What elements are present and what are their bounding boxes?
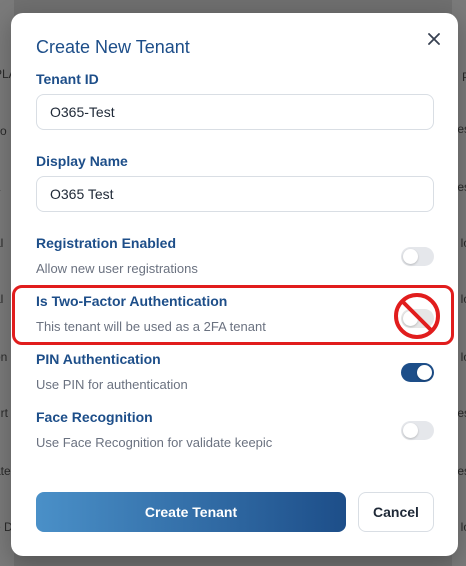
background-text: lo bbox=[460, 292, 466, 306]
tenant-id-label: Tenant ID bbox=[36, 71, 99, 87]
pin-authentication-description: Use PIN for authentication bbox=[36, 377, 188, 392]
registration-enabled-toggle[interactable] bbox=[401, 247, 434, 266]
registration-enabled-description: Allow new user registrations bbox=[36, 261, 198, 276]
display-name-label: Display Name bbox=[36, 153, 128, 169]
background-text: L bbox=[0, 180, 1, 194]
background-text: on bbox=[0, 350, 8, 364]
tenant-id-input[interactable] bbox=[36, 94, 434, 130]
cancel-button[interactable]: Cancel bbox=[358, 492, 434, 532]
background-text: es bbox=[457, 180, 466, 194]
annotation-highlight-box bbox=[12, 285, 454, 345]
close-icon bbox=[428, 33, 440, 45]
toggle-knob bbox=[403, 249, 418, 264]
background-text: P bbox=[461, 70, 466, 84]
face-recognition-toggle[interactable] bbox=[401, 421, 434, 440]
close-button[interactable] bbox=[424, 29, 444, 49]
face-recognition-description: Use Face Recognition for validate keepic bbox=[36, 435, 273, 450]
background-text: urt bbox=[0, 406, 9, 420]
background-text: es bbox=[457, 464, 466, 478]
pin-authentication-toggle[interactable] bbox=[401, 363, 434, 382]
prohibited-icon bbox=[394, 293, 440, 339]
face-recognition-title: Face Recognition bbox=[36, 409, 153, 425]
create-tenant-dialog: Create New Tenant Tenant ID Display Name… bbox=[11, 13, 458, 556]
background-text: ko bbox=[0, 124, 7, 138]
display-name-input[interactable] bbox=[36, 176, 434, 212]
background-text: lo bbox=[460, 236, 466, 250]
background-text: al bbox=[0, 236, 4, 250]
pin-authentication-title: PIN Authentication bbox=[36, 351, 161, 367]
dialog-title: Create New Tenant bbox=[36, 37, 190, 57]
toggle-knob bbox=[403, 423, 418, 438]
registration-enabled-title: Registration Enabled bbox=[36, 235, 177, 251]
background-text: ate bbox=[0, 464, 11, 478]
background-text: al bbox=[0, 292, 4, 306]
create-tenant-button[interactable]: Create Tenant bbox=[36, 492, 346, 532]
background-text: lo bbox=[460, 520, 466, 534]
background-text: es bbox=[457, 406, 466, 420]
background-text: lo bbox=[460, 350, 466, 364]
background-text: es bbox=[457, 122, 466, 136]
toggle-knob bbox=[417, 365, 432, 380]
